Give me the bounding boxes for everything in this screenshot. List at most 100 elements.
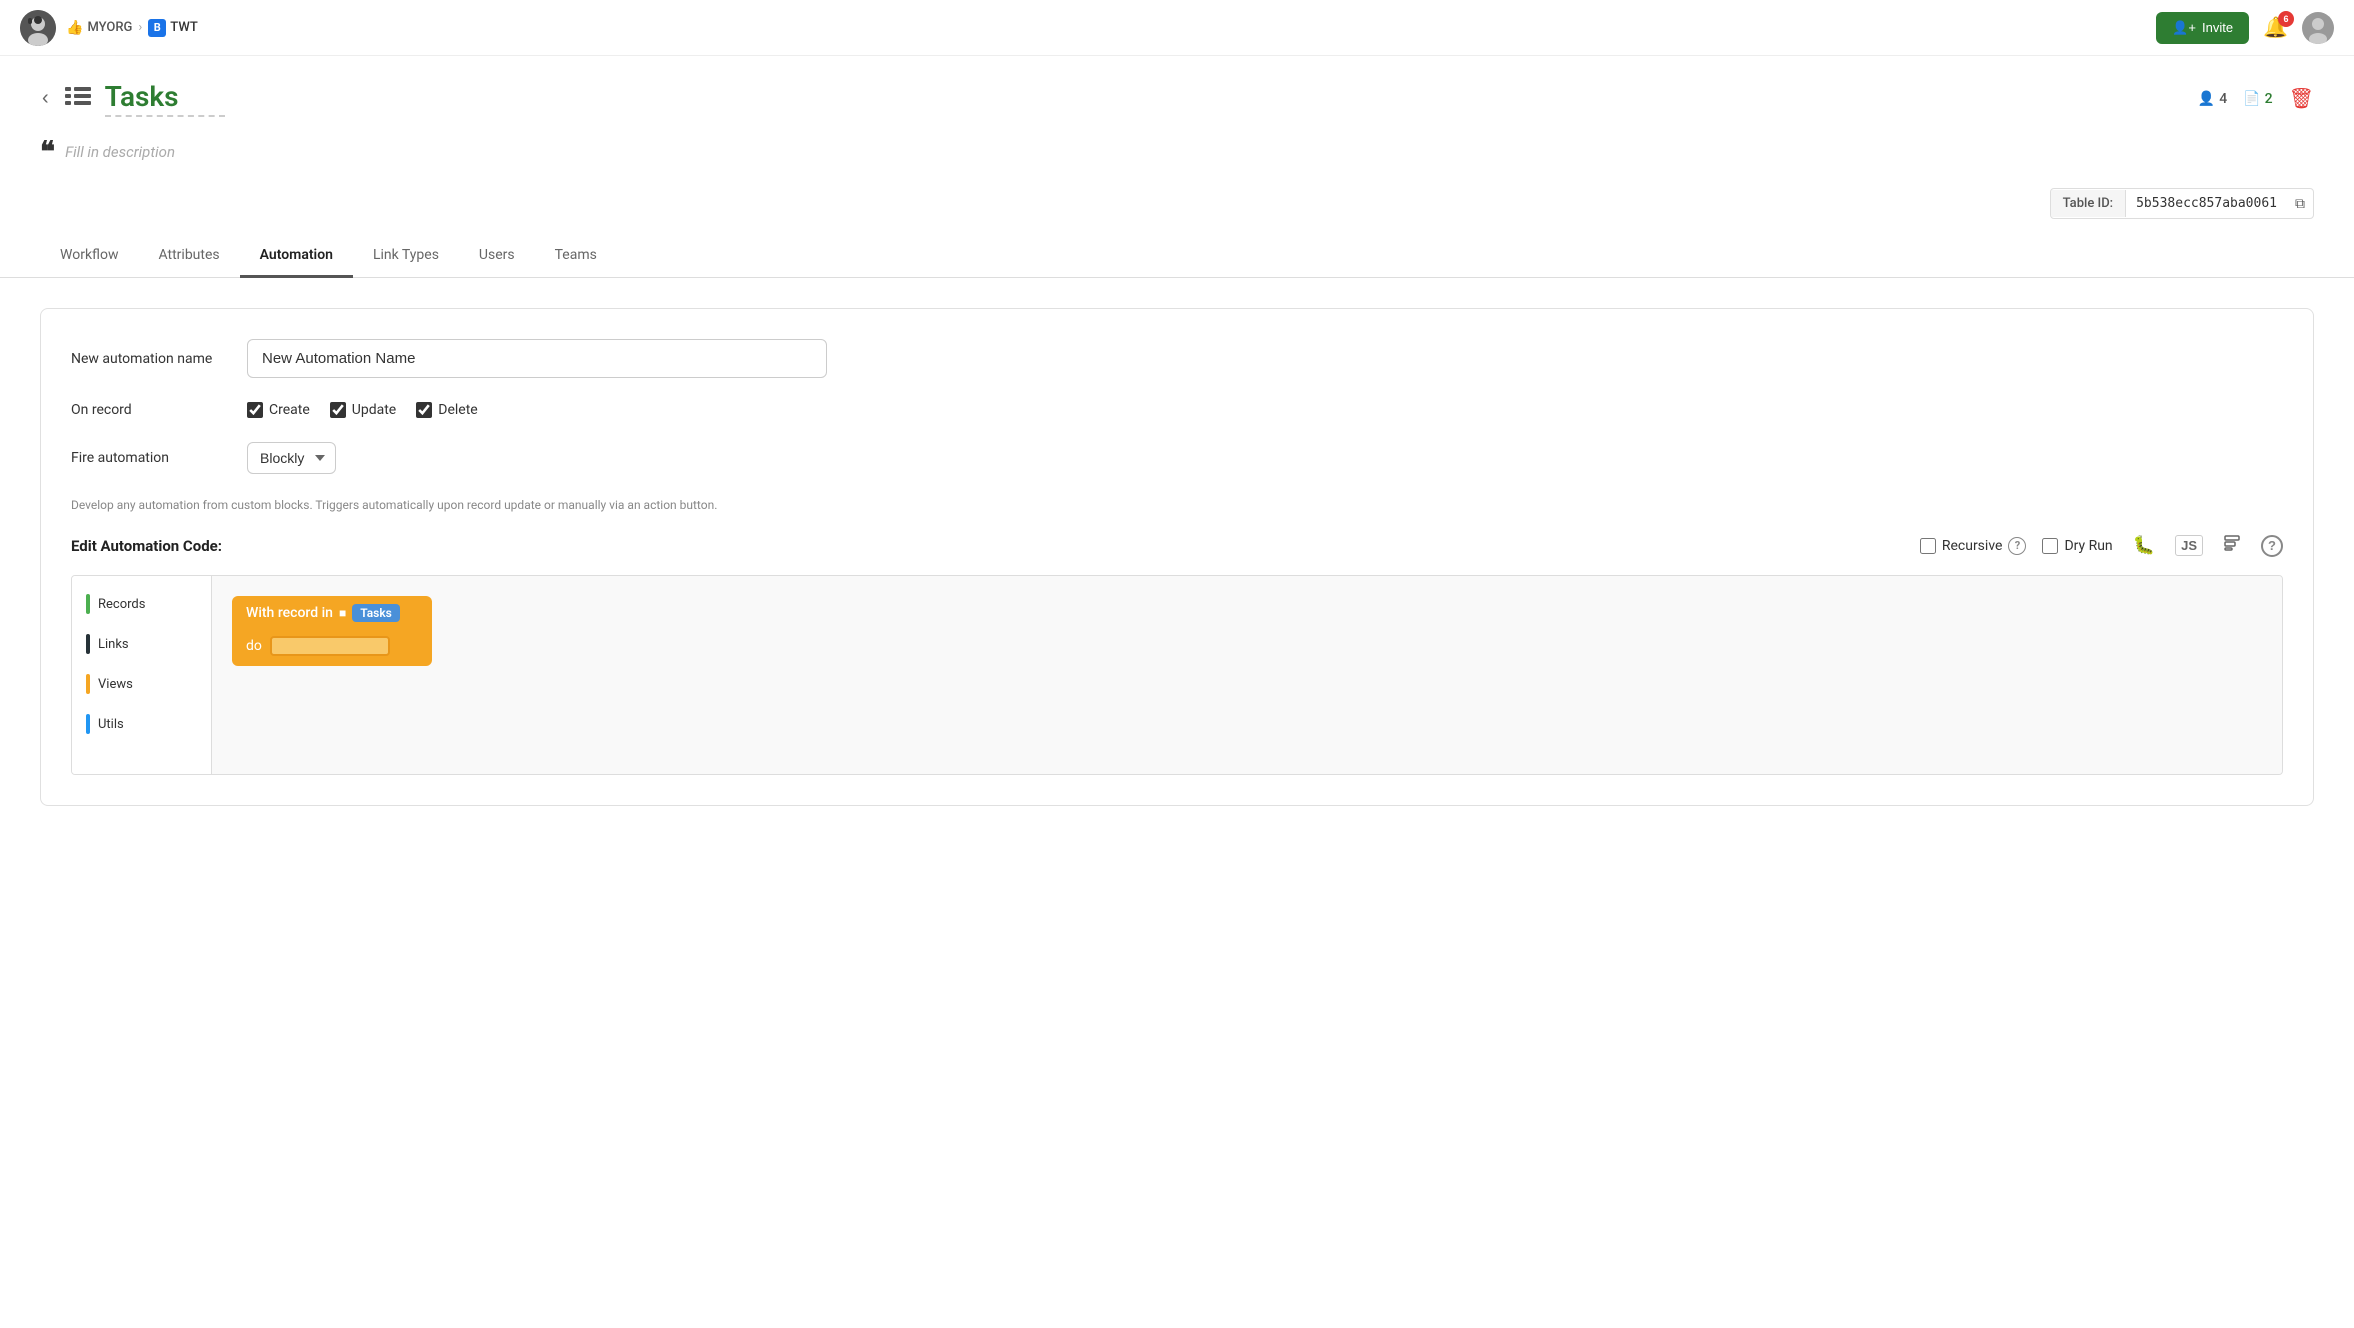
create-label: Create <box>269 402 310 418</box>
tabs: Workflow Attributes Automation Link Type… <box>0 235 2354 278</box>
blockly-canvas[interactable]: With record in ■ Tasks do <box>212 576 2282 774</box>
copy-id-button[interactable]: ⧉ <box>2287 189 2313 218</box>
blockly-block[interactable]: With record in ■ Tasks do <box>232 596 432 666</box>
breadcrumb: 👍 MYORG › B TWT <box>66 19 198 37</box>
utils-label: Utils <box>98 717 124 732</box>
blockly-sidebar: Records Links Views Utils <box>72 576 212 774</box>
delete-checkbox[interactable] <box>416 402 432 418</box>
table-id-value: 5b538ecc857aba0061 <box>2126 190 2287 217</box>
create-checkbox[interactable] <box>247 402 263 418</box>
recursive-text: Recursive <box>1942 538 2003 554</box>
fire-row: Fire automation Blockly <box>71 442 2283 474</box>
project-badge: B <box>148 19 166 37</box>
page-title: Tasks <box>105 80 225 113</box>
files-icon: 📄 <box>2243 91 2260 107</box>
thumbs-icon: 👍 <box>66 20 83 36</box>
records-label: Records <box>98 597 145 612</box>
tab-link-types[interactable]: Link Types <box>353 235 459 278</box>
breadcrumb-org[interactable]: 👍 MYORG <box>66 20 132 36</box>
breadcrumb-project[interactable]: B TWT <box>148 19 197 37</box>
block-table-badge: Tasks <box>352 604 400 622</box>
update-checkbox[interactable] <box>330 402 346 418</box>
user-avatar[interactable] <box>2302 12 2334 44</box>
navbar-right: 👤+ Invite 🔔 6 <box>2156 12 2334 44</box>
members-action[interactable]: 👤 4 <box>2198 91 2227 107</box>
blockly-area: Records Links Views Utils <box>71 575 2283 775</box>
navbar-left: 👍 MYORG › B TWT <box>20 10 198 46</box>
back-button[interactable]: ‹ <box>40 85 51 112</box>
name-row: New automation name <box>71 339 2283 378</box>
on-record-row: On record Create Update Delete <box>71 402 2283 418</box>
sidebar-item-links[interactable]: Links <box>72 624 211 664</box>
breadcrumb-separator: › <box>138 20 142 35</box>
members-count: 4 <box>2219 91 2227 107</box>
delete-button[interactable]: 🗑 <box>2289 86 2314 111</box>
list-icon <box>65 85 91 113</box>
quote-icon: ❝ <box>40 135 55 168</box>
block-bottom: do <box>232 630 432 666</box>
page-header-left: ‹ Tasks <box>40 80 225 117</box>
name-label: New automation name <box>71 351 231 367</box>
edit-code-header: Edit Automation Code: Recursive ? Dry Ru… <box>71 532 2283 559</box>
links-color-bar <box>86 634 90 654</box>
sidebar-item-views[interactable]: Views <box>72 664 211 704</box>
delete-label: Delete <box>438 402 477 418</box>
automation-card: New automation name On record Create Upd… <box>40 308 2314 806</box>
members-icon: 👤 <box>2198 91 2215 107</box>
project-name: TWT <box>170 20 197 35</box>
navbar: 👍 MYORG › B TWT 👤+ Invite 🔔 6 <box>0 0 2354 56</box>
table-id-box: Table ID: 5b538ecc857aba0061 ⧉ <box>2050 188 2314 219</box>
dry-run-label[interactable]: Dry Run <box>2042 538 2112 554</box>
views-label: Views <box>98 677 133 692</box>
description-row: ❝ Fill in description <box>0 125 2354 188</box>
notifications-button[interactable]: 🔔 6 <box>2263 15 2288 40</box>
checkbox-group: Create Update Delete <box>247 402 478 418</box>
format-button[interactable] <box>2219 532 2245 559</box>
org-name: MYORG <box>87 20 132 35</box>
dry-run-text: Dry Run <box>2064 538 2112 554</box>
invite-label: Invite <box>2202 20 2233 35</box>
page-header: ‹ Tasks 👤 4 📄 2 🗑 <box>0 56 2354 125</box>
fire-label: Fire automation <box>71 450 231 466</box>
views-color-bar <box>86 674 90 694</box>
fire-select[interactable]: Blockly <box>247 442 336 474</box>
invite-button[interactable]: 👤+ Invite <box>2156 12 2249 44</box>
tab-workflow[interactable]: Workflow <box>40 235 139 278</box>
recursive-label[interactable]: Recursive ? <box>1920 537 2027 555</box>
tab-teams[interactable]: Teams <box>535 235 617 278</box>
files-action[interactable]: 📄 2 <box>2243 91 2272 107</box>
edit-code-actions: Recursive ? Dry Run 🐛 JS ? <box>1920 532 2283 559</box>
dry-run-checkbox[interactable] <box>2042 538 2058 554</box>
recursive-help-icon[interactable]: ? <box>2008 537 2026 555</box>
tab-users[interactable]: Users <box>459 235 535 278</box>
delete-checkbox-item[interactable]: Delete <box>416 402 477 418</box>
edit-code-title: Edit Automation Code: <box>71 537 222 555</box>
tab-automation[interactable]: Automation <box>240 235 353 278</box>
on-record-label: On record <box>71 402 231 418</box>
user-avatar-nav[interactable] <box>20 10 56 46</box>
create-checkbox-item[interactable]: Create <box>247 402 310 418</box>
table-id-label: Table ID: <box>2051 190 2127 217</box>
main-content: New automation name On record Create Upd… <box>0 278 2354 836</box>
name-input[interactable] <box>247 339 827 378</box>
block-do-label: do <box>246 638 262 654</box>
notification-badge: 6 <box>2278 11 2294 27</box>
hint-text: Develop any automation from custom block… <box>71 498 2283 512</box>
js-button[interactable]: JS <box>2175 535 2203 556</box>
block-outer: With record in ■ Tasks <box>232 596 432 630</box>
files-count: 2 <box>2265 91 2273 107</box>
sidebar-item-records[interactable]: Records <box>72 584 211 624</box>
update-checkbox-item[interactable]: Update <box>330 402 396 418</box>
block-prefix: With record in <box>246 605 333 621</box>
block-do-inner <box>270 636 390 656</box>
help-button[interactable]: ? <box>2261 535 2283 557</box>
recursive-checkbox[interactable] <box>1920 538 1936 554</box>
tab-attributes[interactable]: Attributes <box>139 235 240 278</box>
sidebar-item-utils[interactable]: Utils <box>72 704 211 744</box>
records-color-bar <box>86 594 90 614</box>
table-id-row: Table ID: 5b538ecc857aba0061 ⧉ <box>0 188 2354 235</box>
utils-color-bar <box>86 714 90 734</box>
links-label: Links <box>98 637 129 652</box>
bug-button[interactable]: 🐛 <box>2129 533 2159 558</box>
description-field[interactable]: Fill in description <box>65 143 175 161</box>
